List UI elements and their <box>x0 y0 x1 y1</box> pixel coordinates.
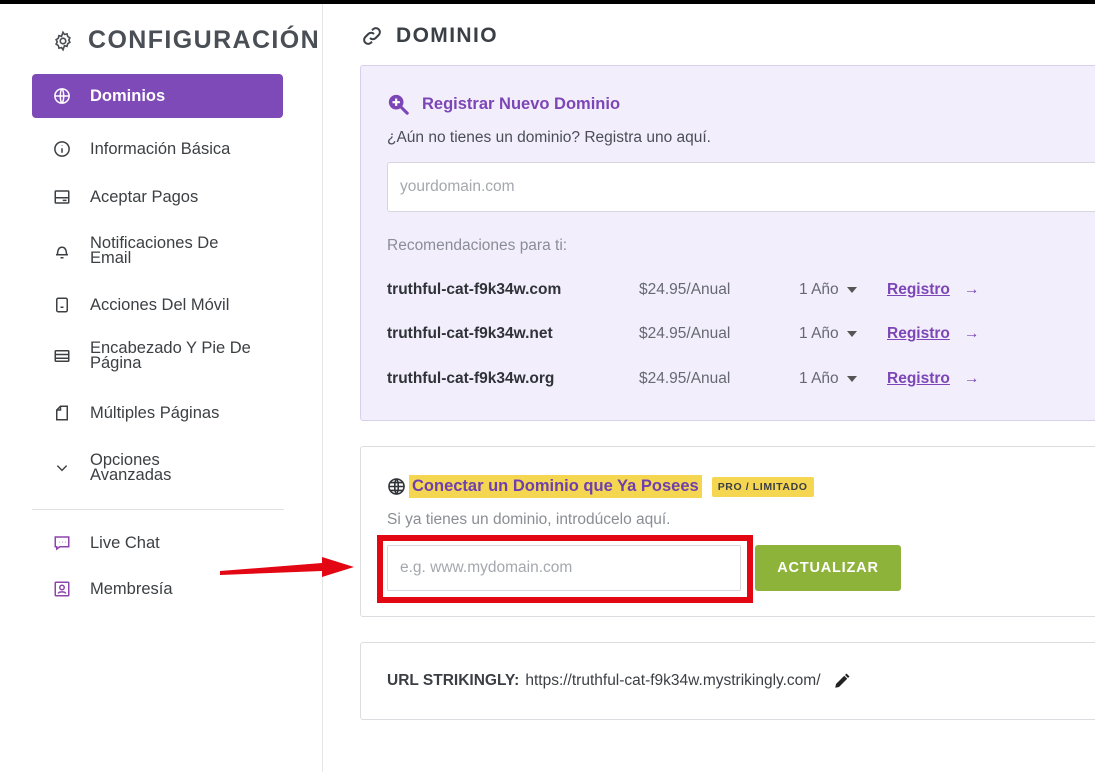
sidebar-divider <box>32 509 284 510</box>
domain-price: $24.95/Anual <box>639 370 731 387</box>
recommended-domain: truthful-cat-f9k34w.com <box>387 281 562 298</box>
sidebar-item-aceptar-pagos[interactable]: Aceptar Pagos <box>32 184 283 210</box>
period-value: 1 Año <box>799 370 839 387</box>
sidebar-item-label: Membresía <box>90 579 173 598</box>
register-link[interactable]: Registro <box>887 370 950 388</box>
arrow-right-icon: → <box>964 370 980 387</box>
globe-icon <box>53 87 71 105</box>
recommended-domain: truthful-cat-f9k34w.net <box>387 325 553 342</box>
connect-subtitle: Si ya tienes un dominio, introdúcelo aqu… <box>387 511 671 528</box>
period-value: 1 Año <box>799 281 839 298</box>
sidebar-title: CONFIGURACIÓN <box>52 26 320 55</box>
domain-price: $24.95/Anual <box>639 325 731 342</box>
connect-heading-text: Conectar un Dominio que Ya Posees <box>409 475 702 498</box>
chat-icon <box>53 534 71 552</box>
register-heading-text: Registrar Nuevo Dominio <box>422 94 621 113</box>
sidebar-item-informacion-basica[interactable]: Información Básica <box>32 136 283 162</box>
connect-heading: Conectar un Dominio que Ya Posees PRO / … <box>387 475 814 498</box>
sidebar-item-label: Dominios <box>90 86 166 105</box>
pencil-icon[interactable] <box>833 672 851 690</box>
card-icon <box>53 188 71 206</box>
sidebar-item-label: Aceptar Pagos <box>90 187 199 206</box>
period-select[interactable]: 1 Año <box>799 281 857 299</box>
sidebar-item-multiples-paginas[interactable]: Múltiples Páginas <box>32 400 283 426</box>
search-plus-icon <box>388 94 409 115</box>
bell-icon <box>53 242 71 260</box>
pages-icon <box>53 404 71 422</box>
register-heading: Registrar Nuevo Dominio <box>387 93 620 115</box>
page-title-text: DOMINIO <box>396 24 498 47</box>
recommendation-row: truthful-cat-f9k34w.net $24.95/Anual 1 A… <box>387 325 1087 349</box>
mobile-icon <box>53 296 71 314</box>
sidebar-item-acciones-movil[interactable]: Acciones Del Móvil <box>32 292 283 318</box>
sidebar-item-label: Opciones Avanzadas <box>90 451 172 484</box>
pro-limited-badge: PRO / LIMITADO <box>711 476 814 497</box>
globe-icon <box>388 478 405 495</box>
annotation-arrow-icon <box>220 557 354 577</box>
url-value: https://truthful-cat-f9k34w.mystrikingly… <box>525 672 821 689</box>
recommendation-row: truthful-cat-f9k34w.com $24.95/Anual 1 A… <box>387 281 1087 305</box>
arrow-right-icon: → <box>964 281 980 298</box>
url-line: URL STRIKINGLY: https://truthful-cat-f9k… <box>387 672 851 690</box>
register-subtitle: ¿Aún no tienes un dominio? Registra uno … <box>387 129 711 146</box>
update-button[interactable]: ACTUALIZAR <box>755 545 901 591</box>
register-domain-card: Registrar Nuevo Dominio ¿Aún no tienes u… <box>360 65 1095 421</box>
register-link[interactable]: Registro <box>887 325 950 343</box>
new-domain-input[interactable] <box>387 162 1095 212</box>
recommendation-row: truthful-cat-f9k34w.org $24.95/Anual 1 A… <box>387 370 1087 394</box>
link-icon <box>363 27 381 45</box>
sidebar-item-label: Múltiples Páginas <box>90 403 220 422</box>
sidebar-title-text: CONFIGURACIÓN <box>88 26 321 54</box>
recommended-domain: truthful-cat-f9k34w.org <box>387 370 555 387</box>
caret-down-icon <box>846 375 857 382</box>
connect-domain-card: Conectar un Dominio que Ya Posees PRO / … <box>360 446 1095 617</box>
sidebar-item-label: Notificaciones De Email <box>90 234 219 267</box>
sidebar-item-notificaciones[interactable]: Notificaciones De Email <box>32 233 283 269</box>
existing-domain-input[interactable] <box>387 545 741 591</box>
page-title: DOMINIO <box>360 24 498 48</box>
recommendations-label: Recomendaciones para ti: <box>387 237 568 254</box>
chevron-down-icon <box>53 459 71 477</box>
period-select[interactable]: 1 Año <box>799 370 857 388</box>
layout-icon <box>53 347 71 365</box>
settings-sidebar: CONFIGURACIÓN Dominios Información Básic… <box>0 4 323 772</box>
sidebar-item-dominios[interactable]: Dominios <box>32 74 283 118</box>
sidebar-item-label: Encabezado Y Pie De Página <box>90 339 251 372</box>
sidebar-item-label: Información Básica <box>90 139 231 158</box>
period-select[interactable]: 1 Año <box>799 325 857 343</box>
domain-price: $24.95/Anual <box>639 281 731 298</box>
member-icon <box>53 580 71 598</box>
sidebar-item-opciones-avanzadas[interactable]: Opciones Avanzadas <box>32 450 283 486</box>
strikingly-url-card: URL STRIKINGLY: https://truthful-cat-f9k… <box>360 642 1095 720</box>
period-value: 1 Año <box>799 325 839 342</box>
sidebar-item-label: Live Chat <box>90 533 160 552</box>
sidebar-item-encabezado-pie[interactable]: Encabezado Y Pie De Página <box>32 338 283 374</box>
sidebar-item-label: Acciones Del Móvil <box>90 295 230 314</box>
gear-icon <box>55 29 71 52</box>
caret-down-icon <box>846 330 857 337</box>
register-link[interactable]: Registro <box>887 281 950 299</box>
info-icon <box>53 140 71 158</box>
arrow-right-icon: → <box>964 325 980 342</box>
url-label: URL STRIKINGLY: <box>387 672 520 689</box>
caret-down-icon <box>846 286 857 293</box>
